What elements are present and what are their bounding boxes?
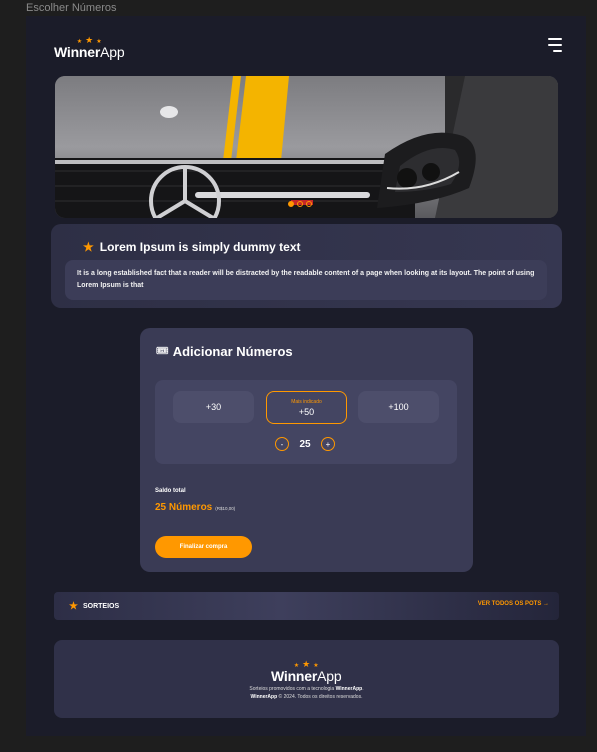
quantity-options: +30 Mais indicado +50 +100 - 25 + [155,380,457,464]
quantity-value: 25 [299,438,311,450]
decrement-button[interactable]: - [275,437,289,451]
carousel-dots [288,201,312,207]
recommended-badge: Mais indicado [291,398,322,405]
footer-logo[interactable]: ★ ★ ★ WinnerApp [271,660,342,684]
balance-numbers: 25 Números [155,502,213,513]
star-icon: ★ [83,240,94,254]
info-card-text: It is a long established fact that a rea… [65,260,547,300]
app-screen: ★ ★ ★ WinnerApp ★ Lorem Ipsum is simply … [26,16,586,736]
option-label: +50 [298,406,315,417]
balance-price: (R$10,00) [215,506,236,511]
logo-wordmark: WinnerApp [54,44,125,60]
logo[interactable]: ★ ★ ★ WinnerApp [54,36,125,60]
add-numbers-card: 🎟 Adicionar Números +30 Mais indicado +5… [140,328,473,572]
balance-total: 25 Números (R$10,00) [155,502,235,513]
info-card: ★ Lorem Ipsum is simply dummy text It is… [51,224,562,308]
star-icon: ★ [69,601,78,612]
balance-label: Saldo total [155,488,186,494]
menu-button[interactable] [544,38,562,52]
carousel-dot[interactable] [288,201,294,207]
increment-button[interactable]: + [321,437,335,451]
logo-wordmark: WinnerApp [271,668,342,684]
option-plus-100-button[interactable]: +100 [358,391,439,423]
finish-purchase-button[interactable]: Finalizar compra [155,536,252,558]
ticket-icon: 🎟 [156,346,169,357]
option-plus-30-button[interactable]: +30 [173,391,254,423]
hamburger-icon [548,38,562,40]
raffles-label: ★ SORTEIOS [69,601,120,612]
option-plus-50-button[interactable]: Mais indicado +50 [266,391,347,424]
footer-copyright: WinnerApp © 2024. Todos os direitos rese… [250,694,363,700]
carousel-dot[interactable] [297,201,303,207]
footer-tech-line: Sorteios promovidos com a tecnologia Win… [249,686,364,692]
add-numbers-heading: 🎟 Adicionar Números [156,344,293,359]
hero-banner-image [55,76,558,218]
raffles-bar: ★ SORTEIOS VER TODOS OS POTS → [54,592,559,620]
see-all-pots-link[interactable]: VER TODOS OS POTS → [478,601,549,607]
footer: ★ ★ ★ WinnerApp Sorteios promovidos com a … [54,640,559,718]
frame-label: Escolher Números [26,2,117,14]
car-illustration [55,76,558,218]
quantity-stepper: - 25 + [275,437,335,451]
carousel-dot[interactable] [306,201,312,207]
info-card-title: ★ Lorem Ipsum is simply dummy text [83,240,301,254]
